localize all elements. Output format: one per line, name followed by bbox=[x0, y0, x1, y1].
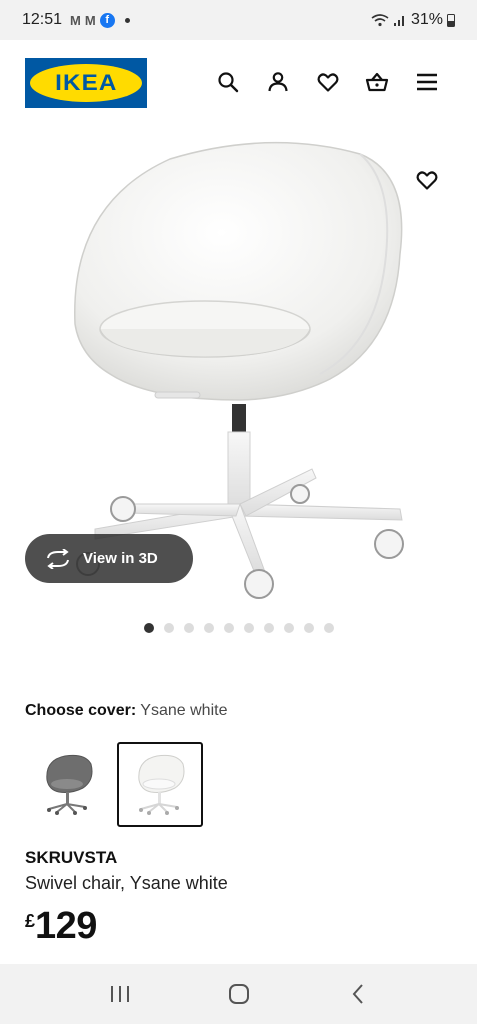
carousel-dot[interactable] bbox=[144, 623, 154, 633]
wishlist-heart-icon[interactable] bbox=[316, 70, 340, 94]
image-carousel-dots bbox=[144, 623, 334, 633]
status-bar: 12:51 M M f 31% bbox=[0, 0, 477, 40]
account-icon[interactable] bbox=[266, 70, 290, 94]
rotate-3d-icon bbox=[47, 548, 69, 569]
site-header: IKEA bbox=[0, 40, 477, 124]
ikea-logo[interactable]: IKEA bbox=[25, 58, 147, 108]
product-price: £ 129 bbox=[25, 905, 97, 948]
carousel-dot[interactable] bbox=[204, 623, 214, 633]
choose-cover-value: Ysane white bbox=[140, 702, 228, 719]
variant-grey[interactable] bbox=[25, 742, 111, 827]
product-description: Swivel chair, Ysane white bbox=[25, 873, 228, 893]
choose-cover: Choose cover: Ysane white bbox=[25, 702, 227, 720]
status-time: 12:51 bbox=[22, 11, 63, 28]
carousel-dot[interactable] bbox=[324, 623, 334, 633]
logo-text: IKEA bbox=[54, 70, 118, 95]
view-in-3d-label: View in 3D bbox=[83, 550, 158, 567]
status-right: 31% bbox=[371, 11, 455, 29]
battery-percent: 31% bbox=[410, 11, 443, 28]
carousel-dot[interactable] bbox=[264, 623, 274, 633]
basket-icon[interactable] bbox=[365, 70, 389, 94]
gmail-icon: M bbox=[70, 12, 81, 28]
carousel-dot[interactable] bbox=[304, 623, 314, 633]
carousel-dot[interactable] bbox=[164, 623, 174, 633]
variant-white[interactable] bbox=[117, 742, 203, 827]
logo-oval: IKEA bbox=[30, 64, 142, 102]
system-nav-bar bbox=[0, 964, 477, 1024]
gmail-icon: M bbox=[84, 12, 96, 28]
white-chair-thumbnail bbox=[138, 754, 185, 815]
carousel-dot[interactable] bbox=[224, 623, 234, 633]
product-name: SKRUVSTA bbox=[25, 848, 118, 867]
carousel-dot[interactable] bbox=[184, 623, 194, 633]
view-in-3d-button[interactable]: View in 3D bbox=[25, 534, 193, 583]
choose-cover-label: Choose cover: bbox=[25, 702, 137, 719]
carousel-dot[interactable] bbox=[244, 623, 254, 633]
favourite-heart-icon[interactable] bbox=[415, 168, 439, 192]
price-currency: £ bbox=[25, 911, 36, 931]
grey-chair-thumbnail bbox=[46, 754, 93, 815]
price-amount: 129 bbox=[35, 905, 97, 947]
signal-icon bbox=[393, 16, 404, 26]
facebook-icon: f bbox=[99, 12, 115, 28]
menu-icon[interactable] bbox=[415, 70, 439, 94]
search-icon[interactable] bbox=[216, 70, 240, 94]
more-notifications-dot bbox=[124, 17, 130, 23]
home-icon[interactable] bbox=[224, 979, 254, 1009]
notification-icons: M M f bbox=[70, 12, 130, 28]
battery-icon bbox=[447, 13, 455, 27]
carousel-dot[interactable] bbox=[284, 623, 294, 633]
recent-apps-icon[interactable] bbox=[105, 979, 135, 1009]
back-icon[interactable] bbox=[343, 979, 373, 1009]
wifi-icon bbox=[371, 14, 389, 27]
